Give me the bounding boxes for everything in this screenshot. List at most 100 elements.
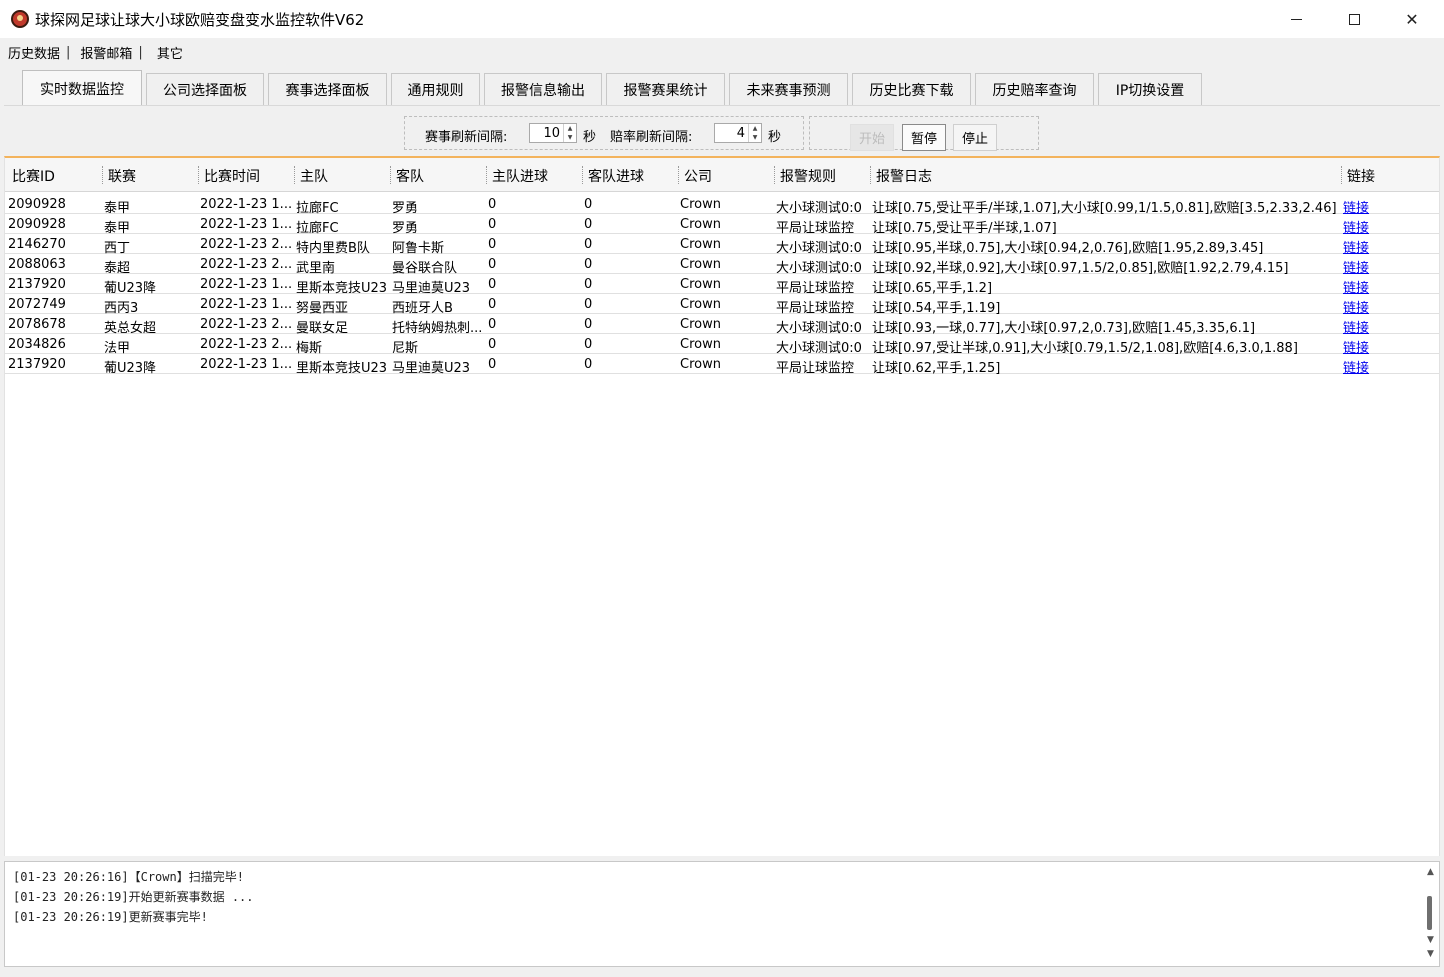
odds-refresh-label: 赔率刷新间隔:	[610, 130, 693, 145]
cell-match-id: 2137920	[8, 357, 66, 372]
tab-alarm-stats[interactable]: 报警赛果统计	[606, 73, 725, 105]
cell-match-id: 2137920	[8, 277, 66, 292]
column-divider	[390, 166, 391, 184]
table-row[interactable]: 2090928 泰甲 2022-1-23 1... 拉廊FC 罗勇 0 0 Crown 大小球测…	[5, 194, 1439, 216]
menu-other[interactable]: 其它	[153, 43, 183, 62]
col-alarm-rule[interactable]: 报警规则	[780, 166, 836, 186]
tab-future-prediction[interactable]: 未来赛事预测	[729, 73, 848, 105]
table-row[interactable]: 2034826 法甲 2022-1-23 2... 梅斯 尼斯 0 0 Crown 大小球测试0…	[5, 334, 1439, 356]
cell-match-id: 2090928	[8, 197, 66, 212]
col-league[interactable]: 联赛	[108, 166, 136, 186]
cell-league: 葡U23降	[104, 361, 157, 376]
menu-alarm-email[interactable]: 报警邮箱	[80, 43, 132, 62]
tab-panel-border	[4, 105, 1440, 106]
log-line: [01-23 20:26:19]开始更新赛事数据 ...	[13, 890, 254, 904]
column-divider	[198, 166, 199, 184]
log-output[interactable]: [01-23 20:26:16]【Crown】扫描完毕! [01-23 20:2…	[4, 861, 1440, 967]
cell-link[interactable]: 链接	[1343, 357, 1433, 376]
cell-company: Crown	[680, 337, 721, 352]
window-title: 球探网足球让球大小球欧赔变盘变水监控软件V62	[35, 11, 365, 29]
tab-history-download[interactable]: 历史比赛下载	[852, 73, 971, 105]
tab-realtime-monitor[interactable]: 实时数据监控	[22, 70, 142, 106]
cell-away-goals: 0	[584, 337, 593, 352]
col-match-time[interactable]: 比赛时间	[204, 166, 260, 186]
cell-match-time: 2022-1-23 1...	[200, 197, 292, 212]
tab-company-select[interactable]: 公司选择面板	[146, 73, 264, 105]
cell-home-goals: 0	[488, 257, 497, 272]
table-row[interactable]: 2072749 西丙3 2022-1-23 1... 努曼西亚 西班牙人B 0 0 Crown…	[5, 294, 1439, 316]
menu-separator: |	[138, 44, 143, 60]
match-table: 比赛ID 联赛 比赛时间 主队 客队 主队进球 客队进球 公司 报警规则 报警日…	[4, 156, 1440, 856]
tab-general-rules[interactable]: 通用规则	[391, 73, 480, 105]
odds-refresh-spinner[interactable]: 4 ▲ ▼	[714, 123, 762, 143]
column-divider	[102, 166, 103, 184]
cell-match-id: 2146270	[8, 237, 66, 252]
cell-home-goals: 0	[488, 317, 497, 332]
cell-match-time: 2022-1-23 1...	[200, 297, 292, 312]
spinner-arrows-icon[interactable]: ▲ ▼	[563, 124, 576, 142]
cell-away-goals: 0	[584, 197, 593, 212]
column-divider	[774, 166, 775, 184]
cell-match-time: 2022-1-23 2...	[200, 317, 292, 332]
run-controls-group: 开始 暂停 停止	[809, 116, 1039, 151]
match-refresh-spinner[interactable]: 10 ▲ ▼	[529, 123, 577, 143]
cell-match-time: 2022-1-23 2...	[200, 237, 292, 252]
scroll-thumb[interactable]	[1427, 896, 1432, 930]
cell-match-id: 2072749	[8, 297, 66, 312]
col-away-team[interactable]: 客队	[396, 166, 424, 186]
cell-away-goals: 0	[584, 257, 593, 272]
table-row[interactable]: 2090928 泰甲 2022-1-23 1... 拉廊FC 罗勇 0 0 Crown 平局让球…	[5, 214, 1439, 236]
log-scrollbar[interactable]: ▲ ▼ ▼	[1422, 862, 1439, 966]
cell-alarm-rule: 平局让球监控	[776, 361, 855, 376]
col-alarm-log[interactable]: 报警日志	[876, 166, 932, 186]
column-divider	[486, 166, 487, 184]
tab-alarm-output[interactable]: 报警信息输出	[484, 73, 602, 105]
cell-away-goals: 0	[584, 277, 593, 292]
minimize-button[interactable]	[1267, 0, 1325, 38]
cell-match-time: 2022-1-23 1...	[200, 357, 292, 372]
pause-button[interactable]: 暂停	[902, 124, 946, 151]
tab-ip-settings[interactable]: IP切换设置	[1098, 73, 1202, 105]
spinner-arrows-icon[interactable]: ▲ ▼	[748, 124, 761, 142]
tab-match-select[interactable]: 赛事选择面板	[268, 73, 387, 105]
cell-home-goals: 0	[488, 197, 497, 212]
cell-alarm-log: 让球[0.62,平手,1.25]	[872, 361, 1001, 376]
table-row[interactable]: 2088063 泰超 2022-1-23 2... 武里南 曼谷联合队 0 0 Crown 大小…	[5, 254, 1439, 276]
col-company[interactable]: 公司	[684, 166, 712, 186]
column-divider	[870, 166, 871, 184]
table-row[interactable]: 2137920 葡U23降 2022-1-23 1... 里斯本竞技U23 马里迪莫U2…	[5, 274, 1439, 296]
table-row[interactable]: 2146270 西丁 2022-1-23 2... 特内里费B队 阿鲁卡斯 0 0 Crown…	[5, 234, 1439, 256]
cell-away-goals: 0	[584, 217, 593, 232]
col-link[interactable]: 链接	[1347, 166, 1375, 186]
cell-away-goals: 0	[584, 317, 593, 332]
cell-match-id: 2088063	[8, 257, 66, 272]
col-home-goals[interactable]: 主队进球	[492, 166, 548, 186]
log-line: [01-23 20:26:16]【Crown】扫描完毕!	[13, 870, 244, 884]
col-home-team[interactable]: 主队	[300, 166, 328, 186]
match-refresh-label: 赛事刷新间隔:	[425, 130, 508, 145]
odds-refresh-unit: 秒	[768, 130, 782, 145]
close-button[interactable]: ✕	[1383, 0, 1441, 38]
minimize-icon	[1290, 18, 1302, 20]
stop-button[interactable]: 停止	[953, 124, 997, 151]
scroll-up-icon[interactable]: ▲	[1422, 864, 1439, 881]
cell-company: Crown	[680, 277, 721, 292]
col-match-id[interactable]: 比赛ID	[12, 166, 55, 186]
menu-bar: 历史数据 | 报警邮箱 | 其它	[0, 38, 1444, 66]
column-divider	[1341, 166, 1342, 184]
tab-bar: 实时数据监控 公司选择面板 赛事选择面板 通用规则 报警信息输出 报警赛果统计 …	[22, 70, 1206, 106]
table-row[interactable]: 2137920 葡U23降 2022-1-23 1... 里斯本竞技U23 马里迪莫U2…	[5, 354, 1439, 376]
maximize-button[interactable]	[1325, 0, 1383, 38]
scroll-bottom-icon[interactable]: ▼	[1422, 946, 1439, 963]
menu-history-data[interactable]: 历史数据	[0, 43, 60, 62]
maximize-icon	[1348, 13, 1360, 25]
start-button[interactable]: 开始	[850, 124, 894, 151]
table-header: 比赛ID 联赛 比赛时间 主队 客队 主队进球 客队进球 公司 报警规则 报警日…	[5, 158, 1439, 192]
odds-refresh-value: 4	[736, 126, 745, 141]
cell-company: Crown	[680, 257, 721, 272]
table-row[interactable]: 2078678 英总女超 2022-1-23 2... 曼联女足 托特纳姆热刺... 0 0…	[5, 314, 1439, 336]
cell-match-id: 2090928	[8, 217, 66, 232]
cell-home-goals: 0	[488, 297, 497, 312]
tab-history-odds[interactable]: 历史赔率查询	[975, 73, 1094, 105]
col-away-goals[interactable]: 客队进球	[588, 166, 644, 186]
